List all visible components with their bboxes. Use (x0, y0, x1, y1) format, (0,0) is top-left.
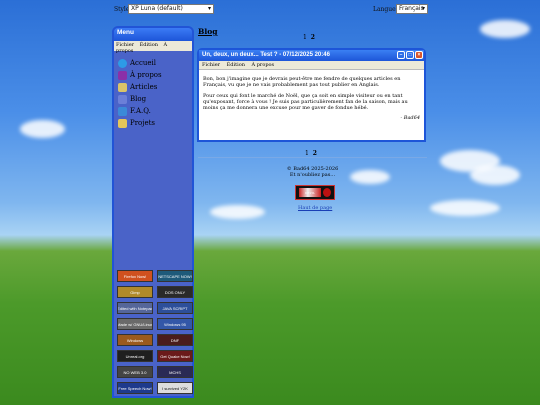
web-badge[interactable]: Gimp (117, 286, 153, 298)
post-menubar: Fichier Édition À propos (199, 61, 424, 70)
cloud (210, 205, 265, 219)
sidebar-menubar: Fichier Édition À propos (114, 41, 192, 54)
minimize-icon[interactable]: – (397, 51, 405, 59)
web-badge[interactable]: JAVA SCRIPT (157, 302, 193, 314)
web-badge[interactable]: Edited with Notepad (117, 302, 153, 314)
language-select-value: Français (399, 5, 424, 12)
menu-about[interactable]: À propos (252, 62, 275, 68)
sidebar-item-label: Accueil (130, 59, 157, 67)
help-book-icon (118, 106, 127, 116)
footer-note: Et n'oubliez pas... (289, 172, 336, 178)
pagination-bottom: 1 2 (304, 150, 318, 157)
back-to-top-link[interactable]: Haut de page (298, 205, 332, 211)
web-badge[interactable]: DNF (157, 334, 193, 346)
cloud (20, 120, 65, 138)
menu-edit[interactable]: Édition (227, 62, 245, 68)
logo-text: DEVIL (299, 188, 321, 197)
sidebar-item-blog[interactable]: Blog (118, 93, 192, 105)
language-label: Langue: (373, 6, 398, 13)
divider (198, 157, 427, 158)
globe-icon (118, 58, 127, 68)
sidebar-title: Menu (114, 28, 192, 41)
folder-icon (118, 82, 127, 92)
web-badge[interactable]: Firefox Now! (117, 270, 153, 282)
footer: © Bad64 2025-2026 Et n'oubliez pas... (198, 166, 427, 178)
language-select[interactable]: Français ▾ (396, 4, 428, 14)
top-bar: Style: XP Luna (default) ▾ Langue: França… (0, 4, 540, 18)
sidebar-item-articles[interactable]: Articles (118, 81, 192, 93)
devil-logo[interactable]: DEVIL (295, 185, 335, 200)
web-badge[interactable]: Windows 95 (157, 318, 193, 330)
web-badge[interactable]: Windows (117, 334, 153, 346)
sidebar-item-projets[interactable]: Projets (118, 117, 192, 129)
maximize-icon[interactable]: □ (406, 51, 414, 59)
chevron-down-icon: ▾ (421, 5, 425, 12)
page-link[interactable]: 1 (305, 150, 309, 157)
sidebar-item-label: Articles (130, 83, 158, 91)
sidebar-item-faq[interactable]: F.A.Q. (118, 105, 192, 117)
pagination-top: 1 2 (302, 34, 316, 41)
style-select-value: XP Luna (default) (131, 5, 183, 12)
sidebar-nav: Accueil À propos Articles Blog F.A.Q. Pr… (114, 51, 192, 129)
sidebar-item-accueil[interactable]: Accueil (118, 57, 192, 69)
sidebar-item-label: F.A.Q. (130, 107, 151, 115)
cloud (470, 165, 520, 185)
cloud (430, 200, 500, 216)
web-badge[interactable]: DOS ONLY (157, 286, 193, 298)
post-title: Un, deux, un deux... Test ? - 07/12/2025… (202, 52, 330, 58)
notepad-icon (118, 94, 127, 104)
devil-face-icon (323, 188, 331, 197)
web-badge[interactable]: Free Speech Now! (117, 382, 153, 394)
sidebar-item-a-propos[interactable]: À propos (118, 69, 192, 81)
blog-post-window: Un, deux, un deux... Test ? - 07/12/2025… (197, 48, 426, 142)
sidebar-item-label: Blog (130, 95, 147, 103)
post-title-bar: Un, deux, un deux... Test ? - 07/12/2025… (199, 50, 424, 61)
page-link[interactable]: 1 (303, 34, 307, 41)
close-icon[interactable]: × (415, 51, 423, 59)
web-badge[interactable]: NO WEB 3.0 (117, 366, 153, 378)
folder-icon (118, 118, 127, 128)
cloud (480, 20, 530, 38)
book-icon (118, 70, 127, 80)
chevron-down-icon: ▾ (207, 5, 211, 12)
web-badge[interactable]: Unreal.org (117, 350, 153, 362)
post-body: Bon, bon j'imagine que je devrais peut-ê… (199, 70, 424, 122)
sidebar-item-label: À propos (130, 71, 162, 79)
page-current: 2 (312, 150, 317, 157)
style-select[interactable]: XP Luna (default) ▾ (128, 4, 214, 14)
sidebar-item-label: Projets (130, 119, 155, 127)
page-current: 2 (310, 34, 315, 41)
post-signature: - Bad64 (400, 115, 421, 122)
menu-edit[interactable]: Édition (140, 42, 158, 48)
sidebar-menu-window: Menu Fichier Édition À propos Accueil À … (112, 26, 194, 398)
menu-file[interactable]: Fichier (202, 62, 220, 68)
post-paragraph: Bon, bon j'imagine que je devrais peut-ê… (203, 76, 401, 89)
post-paragraph: Pour ceux qui font le marché de Noël, qu… (203, 92, 408, 112)
web-badge[interactable]: Made w/ GNU/Linux (117, 318, 153, 330)
web-badge[interactable]: Get Quake Now! (157, 350, 193, 362)
web-badge[interactable]: MCHS (157, 366, 193, 378)
window-controls: – □ × (396, 51, 423, 59)
web-badge[interactable]: I survived Y2K (157, 382, 193, 394)
web-badge[interactable]: NETSCAPE NOW! (157, 270, 193, 282)
page-title: Blog (198, 27, 218, 36)
